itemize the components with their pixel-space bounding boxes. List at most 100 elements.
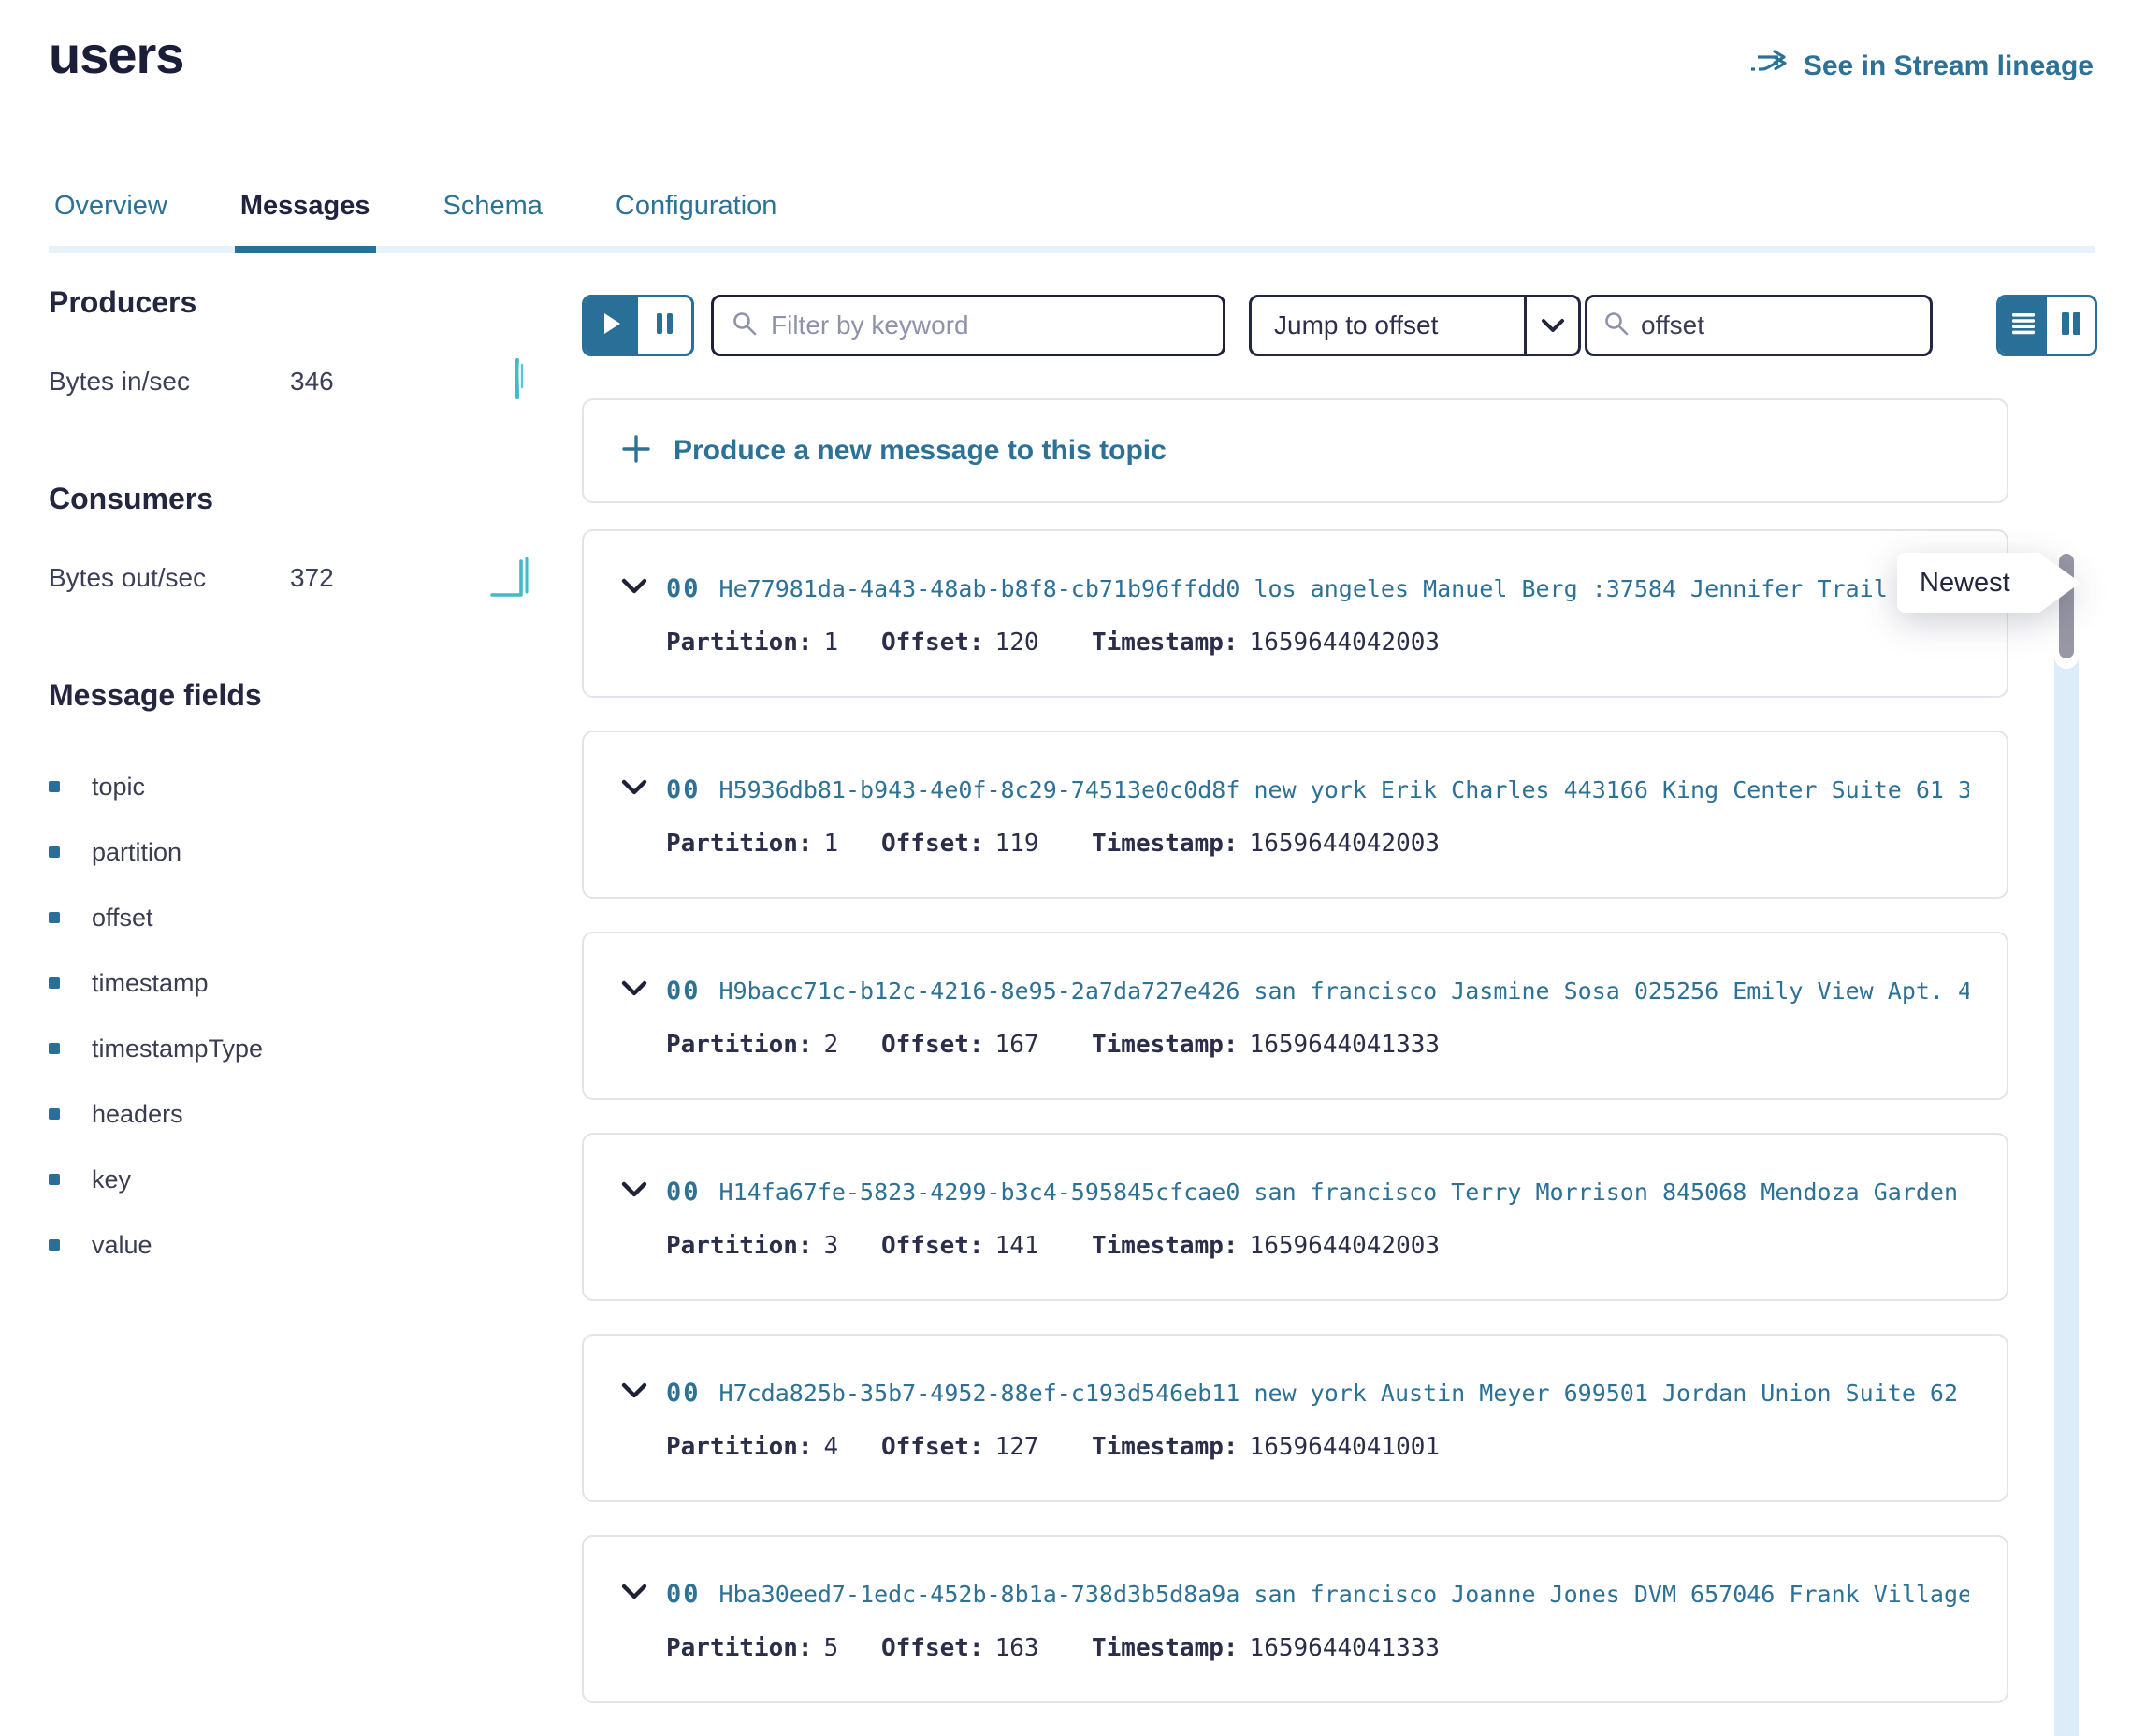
filter-keyword-input[interactable]: Filter by keyword	[711, 295, 1225, 356]
message-meta: Partition:5 Offset:163 Timestamp:1659644…	[621, 1634, 1969, 1662]
chevron-down-icon[interactable]	[621, 980, 647, 1002]
partition-label: Partition:	[666, 1232, 813, 1260]
search-icon	[1604, 311, 1629, 340]
message-summary: 00 Hba30eed7-1edc-452b-8b1a-738d3b5d8a9a…	[621, 1580, 1969, 1609]
chevron-down-icon[interactable]	[621, 1382, 647, 1404]
message-row[interactable]: 00 H7cda825b-35b7-4952-88ef-c193d546eb11…	[582, 1334, 2008, 1502]
timestamp-label: Timestamp:	[1092, 830, 1239, 858]
offset-value: 167	[995, 1031, 1039, 1059]
jump-to-offset-select[interactable]: Jump to offset	[1249, 295, 1581, 356]
offset-value: 163	[995, 1634, 1039, 1662]
bytes-out-label: Bytes out/sec	[49, 563, 290, 593]
field-bullet-icon	[49, 1239, 60, 1251]
column-view-icon	[2060, 311, 2082, 340]
chevron-down-icon[interactable]	[621, 1181, 647, 1203]
field-item-offset[interactable]: offset	[49, 885, 540, 950]
offset-label: Offset:	[881, 1232, 984, 1260]
newest-marker: Newest	[1897, 553, 2080, 613]
offset-label: Offset:	[881, 830, 984, 858]
newest-tooltip: Newest	[1897, 553, 2080, 613]
timestamp-value: 1659644041333	[1250, 1634, 1441, 1662]
message-value-preview: Hba30eed7-1edc-452b-8b1a-738d3b5d8a9a sa…	[719, 1581, 1969, 1608]
chevron-down-icon[interactable]	[621, 779, 647, 801]
message-value-preview: H7cda825b-35b7-4952-88ef-c193d546eb11 ne…	[719, 1380, 1969, 1407]
message-value-preview: H14fa67fe-5823-4299-b3c4-595845cfcae0 sa…	[719, 1179, 1969, 1206]
offset-value: 119	[995, 830, 1039, 858]
tab-configuration[interactable]: Configuration	[610, 178, 783, 246]
timestamp-value: 1659644041001	[1250, 1433, 1441, 1461]
field-bullet-icon	[49, 846, 60, 858]
partition-value: 1	[824, 629, 839, 657]
message-value-preview: H5936db81-b943-4e0f-8c29-74513e0c0d8f ne…	[719, 776, 1969, 803]
field-item-value[interactable]: value	[49, 1212, 540, 1278]
messages-toolbar: Filter by keyword Jump to offset offset	[582, 295, 2097, 356]
play-icon	[602, 311, 622, 340]
message-row[interactable]: 00 H5936db81-b943-4e0f-8c29-74513e0c0d8f…	[582, 731, 2008, 899]
list-view-icon	[2010, 311, 2037, 340]
live-consume-toggle[interactable]	[582, 295, 694, 356]
consumers-heading: Consumers	[49, 482, 540, 516]
consumers-metric-row: Bytes out/sec 372	[49, 550, 540, 605]
partition-value: 4	[824, 1433, 839, 1461]
bytes-out-value: 372	[290, 563, 334, 593]
timestamp-label: Timestamp:	[1092, 1634, 1239, 1662]
field-item-headers[interactable]: headers	[49, 1081, 540, 1147]
timestamp-label: Timestamp:	[1092, 1031, 1239, 1059]
offset-value: 141	[995, 1232, 1039, 1260]
message-row[interactable]: 00 H9bacc71c-b12c-4216-8e95-2a7da727e426…	[582, 932, 2008, 1100]
bytes-in-value: 346	[290, 367, 334, 397]
message-fields-heading: Message fields	[49, 678, 540, 713]
column-view-button[interactable]	[2047, 297, 2095, 354]
message-summary: 00 H7cda825b-35b7-4952-88ef-c193d546eb11…	[621, 1379, 1969, 1408]
field-item-partition[interactable]: partition	[49, 819, 540, 885]
jump-to-offset-label: Jump to offset	[1252, 297, 1524, 354]
timestamp-label: Timestamp:	[1092, 1232, 1239, 1260]
field-item-timestamptype[interactable]: timestampType	[49, 1016, 540, 1081]
message-summary: 00 H9bacc71c-b12c-4216-8e95-2a7da727e426…	[621, 976, 1969, 1005]
message-row[interactable]: 00 H14fa67fe-5823-4299-b3c4-595845cfcae0…	[582, 1133, 2008, 1301]
list-view-button[interactable]	[1999, 297, 2047, 354]
key-icon: 00	[666, 1379, 701, 1408]
field-bullet-icon	[49, 1174, 60, 1185]
messages-panel: Filter by keyword Jump to offset offset	[582, 281, 2097, 1703]
partition-label: Partition:	[666, 1031, 813, 1059]
tab-bar: Overview Messages Schema Configuration	[49, 178, 2095, 253]
offset-label: Offset:	[881, 1433, 984, 1461]
field-bullet-icon	[49, 1108, 60, 1120]
field-item-timestamp[interactable]: timestamp	[49, 950, 540, 1016]
timestamp-label: Timestamp:	[1092, 629, 1239, 657]
offset-search-input[interactable]: offset	[1585, 295, 1933, 356]
partition-value: 3	[824, 1232, 839, 1260]
message-meta: Partition:3 Offset:141 Timestamp:1659644…	[621, 1232, 1969, 1260]
tab-messages[interactable]: Messages	[235, 178, 376, 253]
pause-button[interactable]	[638, 297, 691, 354]
sidebar: Producers Bytes in/sec 346 Consumers Byt…	[49, 285, 540, 1278]
message-meta: Partition:1 Offset:119 Timestamp:1659644…	[621, 830, 1969, 858]
field-item-key[interactable]: key	[49, 1147, 540, 1212]
play-button[interactable]	[585, 297, 638, 354]
chevron-down-icon[interactable]	[621, 578, 647, 600]
chevron-down-icon[interactable]	[1524, 297, 1578, 354]
tab-overview[interactable]: Overview	[49, 178, 173, 246]
scrollbar-track[interactable]	[2054, 545, 2079, 1736]
chevron-down-icon[interactable]	[621, 1584, 647, 1605]
plus-icon	[621, 434, 651, 469]
key-icon: 00	[666, 1178, 701, 1207]
message-meta: Partition:4 Offset:127 Timestamp:1659644…	[621, 1433, 1969, 1461]
timestamp-value: 1659644042003	[1250, 830, 1441, 858]
partition-value: 1	[824, 830, 839, 858]
field-item-topic[interactable]: topic	[49, 754, 540, 819]
message-row[interactable]: 00 Hba30eed7-1edc-452b-8b1a-738d3b5d8a9a…	[582, 1535, 2008, 1703]
message-row[interactable]: 00 He77981da-4a43-48ab-b8f8-cb71b96ffdd0…	[582, 529, 2008, 698]
search-icon	[732, 311, 757, 340]
stream-lineage-link[interactable]: See in Stream lineage	[1749, 49, 2094, 84]
key-icon: 00	[666, 775, 701, 804]
offset-value: 127	[995, 1433, 1039, 1461]
producers-heading: Producers	[49, 285, 540, 320]
tab-schema[interactable]: Schema	[438, 178, 548, 246]
message-summary: 00 H5936db81-b943-4e0f-8c29-74513e0c0d8f…	[621, 775, 1969, 804]
partition-value: 5	[824, 1634, 839, 1662]
produce-message-button[interactable]: Produce a new message to this topic	[582, 398, 2008, 503]
page-title: users	[49, 24, 183, 85]
view-mode-toggle[interactable]	[1996, 295, 2097, 356]
